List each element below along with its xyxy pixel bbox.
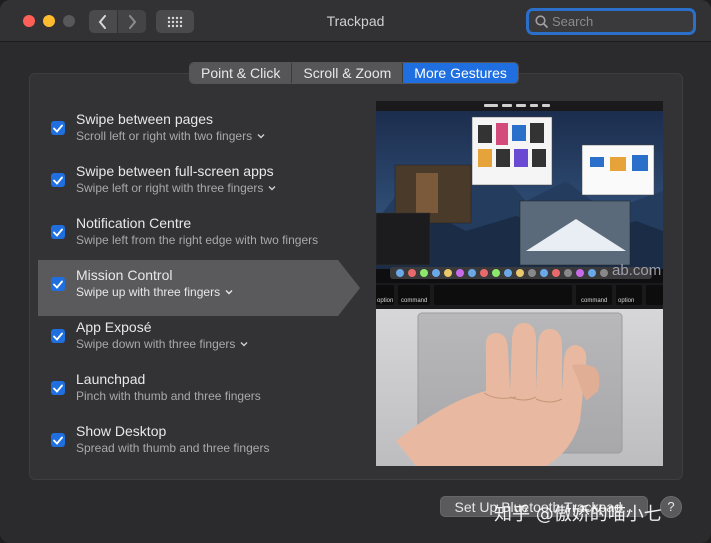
gesture-subtitle: Swipe left from the right edge with two … — [76, 233, 319, 247]
gesture-preview-image: ab.com option command command option — [376, 101, 663, 466]
search-input[interactable] — [552, 14, 682, 29]
checkbox-notification-centre[interactable] — [51, 225, 65, 239]
gesture-subtitle: Swipe down with three fingers — [76, 337, 236, 351]
search-field[interactable] — [526, 8, 696, 35]
gesture-app-expose[interactable]: App Exposé Swipe down with three fingers — [40, 313, 360, 359]
forward-button[interactable] — [118, 10, 146, 33]
chevron-down-icon — [225, 290, 233, 295]
checkbox-launchpad[interactable] — [51, 381, 65, 395]
chevron-right-icon — [129, 14, 137, 29]
gesture-subtitle: Spread with thumb and three fingers — [76, 441, 270, 455]
tab-more-gestures[interactable]: More Gestures — [403, 63, 518, 83]
gesture-title: Show Desktop — [76, 423, 167, 439]
gesture-swipe-between-pages[interactable]: Swipe between pages Scroll left or right… — [40, 105, 360, 151]
checkmark-icon — [53, 228, 63, 237]
checkbox-swipe-full-screen-apps[interactable] — [51, 173, 65, 187]
grid-icon — [167, 16, 183, 27]
back-button[interactable] — [89, 10, 117, 33]
close-window-button[interactable] — [23, 15, 35, 27]
title-bar: Trackpad — [0, 0, 711, 42]
gesture-subtitle: Scroll left or right with two fingers — [76, 129, 253, 143]
gesture-title: Notification Centre — [76, 215, 192, 231]
gesture-mission-control[interactable]: Mission Control Swipe up with three fing… — [38, 260, 360, 316]
key-option-right: option — [618, 298, 634, 304]
tab-scroll-zoom[interactable]: Scroll & Zoom — [292, 63, 404, 83]
gesture-title: Launchpad — [76, 371, 146, 387]
gesture-option-dropdown[interactable]: Swipe up with three fingers — [76, 285, 233, 299]
tab-point-click[interactable]: Point & Click — [190, 63, 293, 83]
chevron-down-icon — [268, 186, 276, 191]
chevron-down-icon — [257, 134, 265, 139]
checkmark-icon — [53, 280, 63, 289]
checkbox-app-expose[interactable] — [51, 329, 65, 343]
gesture-title: Swipe between full-screen apps — [76, 163, 274, 179]
preferences-window: Trackpad Point & Click Scroll & Zoom Mor… — [0, 0, 711, 543]
checkbox-show-desktop[interactable] — [51, 433, 65, 447]
gesture-option-dropdown[interactable]: Swipe down with three fingers — [76, 337, 248, 351]
gesture-option-dropdown[interactable]: Swipe left or right with three fingers — [76, 181, 276, 195]
search-icon — [535, 15, 548, 28]
gesture-notification-centre[interactable]: Notification Centre Swipe left from the … — [40, 209, 360, 255]
gesture-swipe-full-screen-apps[interactable]: Swipe between full-screen apps Swipe lef… — [40, 157, 360, 203]
checkmark-icon — [53, 384, 63, 393]
watermark-text: 知乎 @傲娇的喵小七 — [494, 504, 662, 525]
chevron-down-icon — [240, 342, 248, 347]
zoom-window-button[interactable] — [63, 15, 75, 27]
chevron-left-icon — [98, 14, 106, 29]
gesture-subtitle: Swipe left or right with three fingers — [76, 181, 264, 195]
gesture-launchpad[interactable]: Launchpad Pinch with thumb and three fin… — [40, 365, 360, 411]
gesture-subtitle: Swipe up with three fingers — [76, 285, 221, 299]
checkbox-mission-control[interactable] — [51, 277, 65, 291]
checkbox-swipe-between-pages[interactable] — [51, 121, 65, 135]
gesture-title: Swipe between pages — [76, 111, 213, 127]
help-button[interactable]: ? — [660, 496, 682, 518]
tab-bar: Point & Click Scroll & Zoom More Gesture… — [189, 62, 519, 84]
key-command-right: command — [581, 298, 607, 304]
mission-control-illustration: ab.com option command command option — [376, 101, 663, 466]
gesture-subtitle: Pinch with thumb and three fingers — [76, 389, 261, 403]
key-command-left: command — [401, 298, 427, 304]
minimize-window-button[interactable] — [43, 15, 55, 27]
checkmark-icon — [53, 176, 63, 185]
gesture-show-desktop[interactable]: Show Desktop Spread with thumb and three… — [40, 417, 360, 463]
show-all-button[interactable] — [156, 10, 194, 33]
gesture-title: Mission Control — [76, 267, 173, 283]
gesture-title: App Exposé — [76, 319, 152, 335]
checkmark-icon — [53, 124, 63, 133]
gesture-option-dropdown[interactable]: Scroll left or right with two fingers — [76, 129, 265, 143]
checkmark-icon — [53, 436, 63, 445]
key-option-left: option — [377, 298, 393, 304]
checkmark-icon — [53, 332, 63, 341]
watermark-overlay: ab.com — [612, 262, 661, 279]
